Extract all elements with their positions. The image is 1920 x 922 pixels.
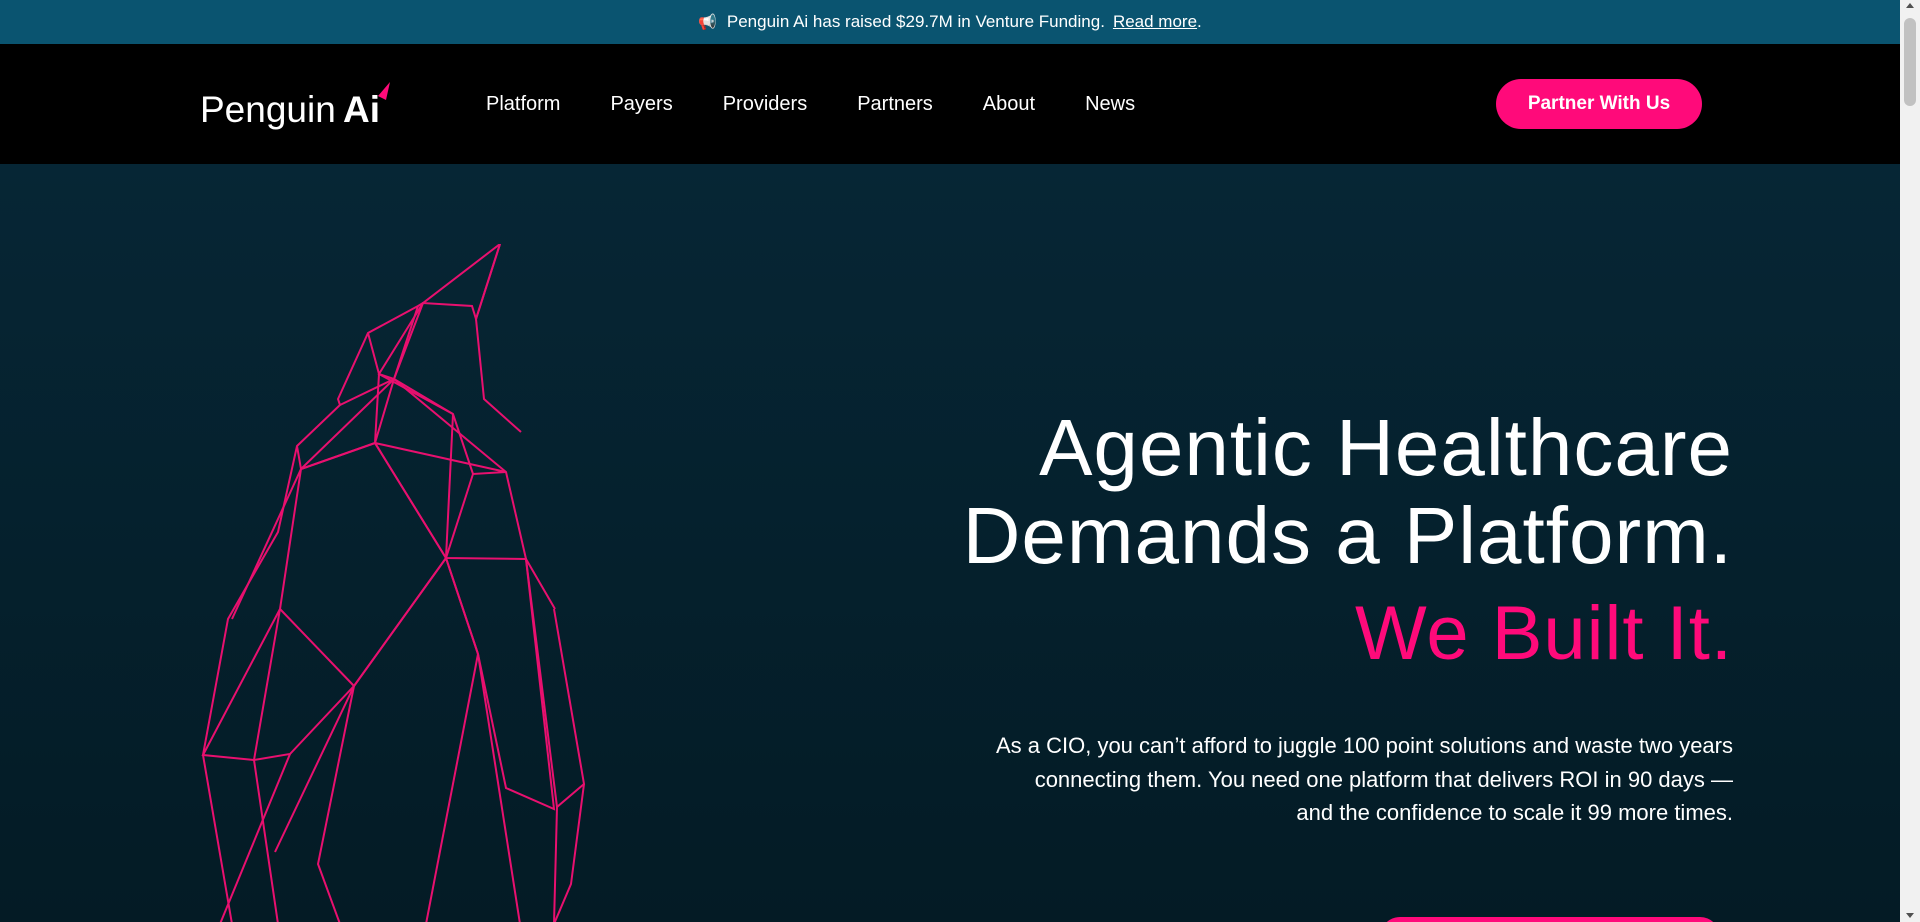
nav-about[interactable]: About [983, 93, 1035, 116]
penguin-ai-logo[interactable]: Penguin Ai [200, 80, 400, 130]
logo-ai-text: Ai [343, 89, 380, 130]
nav-news[interactable]: News [1085, 93, 1135, 116]
hero-subtitle: We Built It. [1354, 591, 1733, 676]
page: 📢 Penguin Ai has raised $29.7M in Ventur… [0, 0, 1900, 922]
hero-title-line1: Agentic Healthcare [1039, 403, 1733, 492]
main-nav: Platform Payers Providers Partners About… [486, 44, 1185, 164]
hero-cta-button[interactable] [1380, 917, 1720, 922]
hero-title: Agentic Healthcare Demands a Platform. [963, 404, 1733, 580]
hero-title-line2: Demands a Platform. [962, 491, 1733, 580]
logo-text: Penguin [200, 89, 336, 130]
announcement-bar: 📢 Penguin Ai has raised $29.7M in Ventur… [0, 0, 1900, 44]
read-more-link[interactable]: Read more [1113, 12, 1197, 32]
megaphone-icon: 📢 [698, 14, 717, 31]
nav-partners[interactable]: Partners [857, 93, 933, 116]
hero-section: Agentic Healthcare Demands a Platform. W… [0, 164, 1900, 922]
announcement-suffix: . [1197, 12, 1202, 31]
penguin-wireframe-illustration [201, 244, 586, 922]
site-header: Penguin Ai Platform Payers Providers Par… [0, 44, 1900, 164]
nav-payers[interactable]: Payers [610, 93, 672, 116]
scrollbar-thumb[interactable] [1904, 18, 1916, 106]
nav-platform[interactable]: Platform [486, 93, 560, 116]
announcement-text: Penguin Ai has raised $29.7M in Venture … [726, 12, 1105, 31]
hero-body-text: As a CIO, you can’t afford to juggle 100… [995, 733, 1733, 825]
page-scrollbar[interactable] [1900, 0, 1920, 922]
nav-providers[interactable]: Providers [723, 93, 807, 116]
scroll-down-arrow-icon[interactable] [1906, 913, 1914, 918]
scroll-up-arrow-icon[interactable] [1906, 3, 1914, 8]
partner-with-us-button[interactable]: Partner With Us [1496, 79, 1702, 129]
